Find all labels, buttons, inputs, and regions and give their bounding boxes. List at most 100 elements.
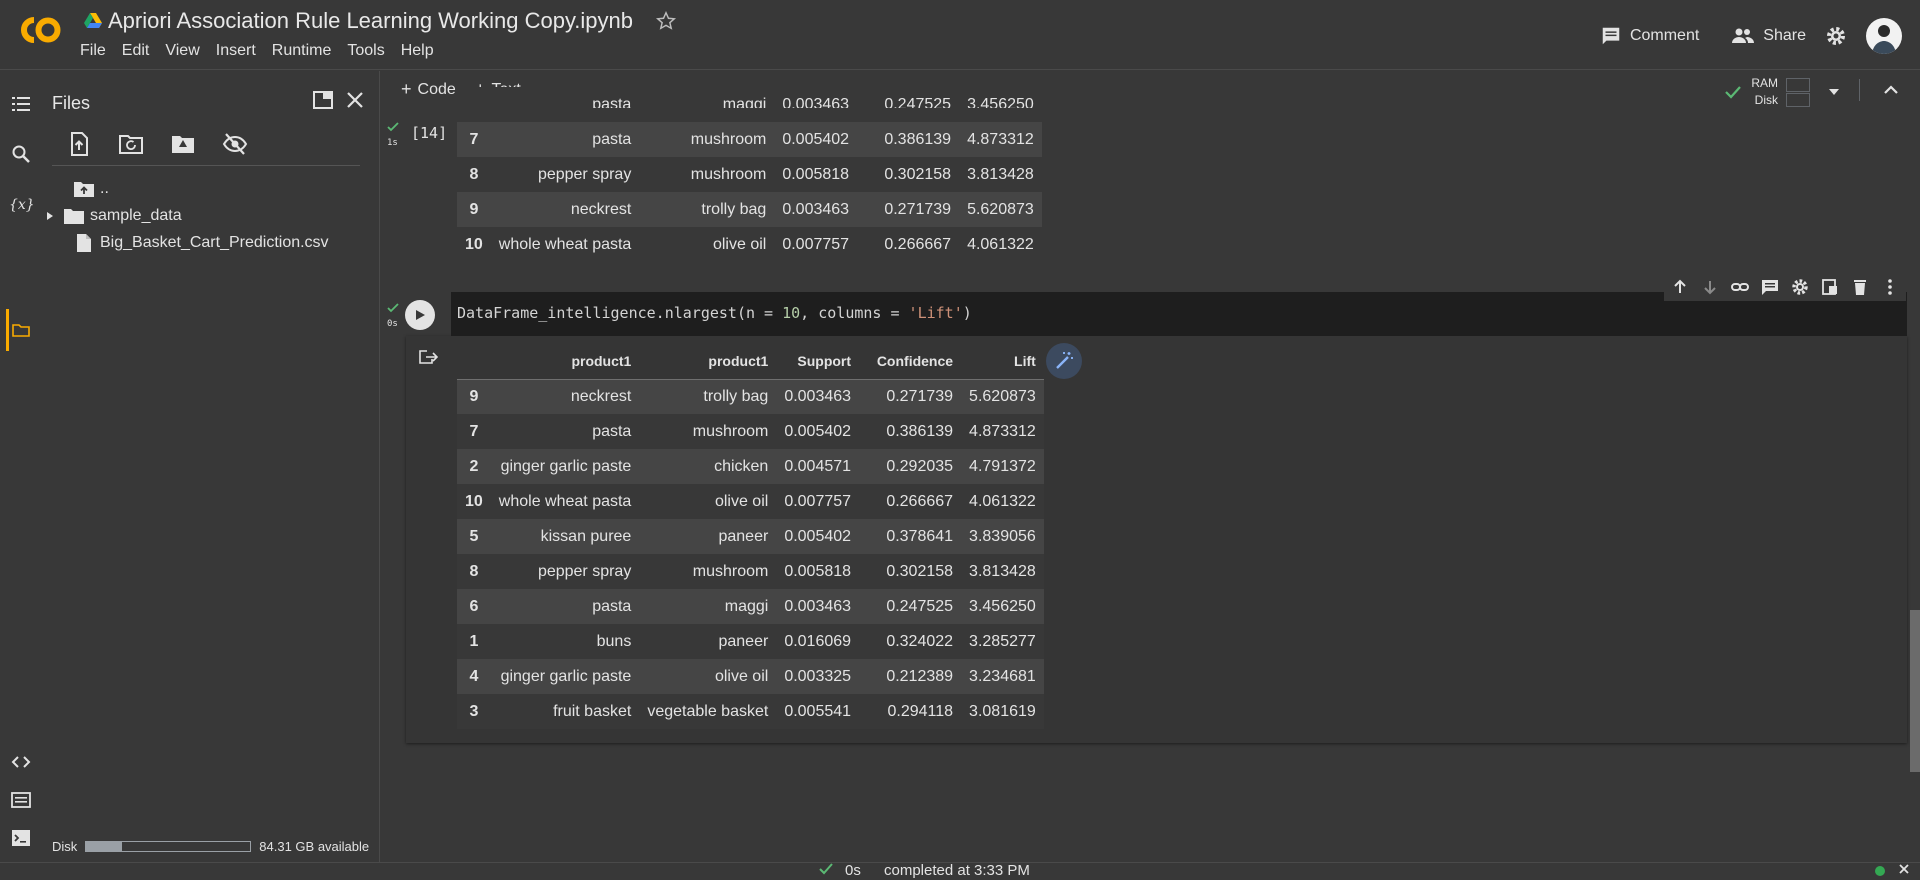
table-cell: 0.005818 <box>776 554 860 589</box>
notebook-title[interactable]: Apriori Association Rule Learning Workin… <box>108 8 633 34</box>
folder-icon <box>64 208 84 224</box>
search-icon[interactable] <box>10 143 32 165</box>
table-cell: trolly bag <box>639 379 777 414</box>
settings-gear-icon[interactable] <box>1824 24 1848 48</box>
table-row: 8 pepper spray mushroom 0.005818 0.302158 3.8… <box>457 157 1042 192</box>
magic-wand-icon[interactable] <box>1046 343 1082 379</box>
table-cell: pepper spray <box>490 554 640 589</box>
table-cell: pasta <box>490 87 640 122</box>
table-cell: 3.813428 <box>959 157 1042 192</box>
column-header: product1 <box>490 343 640 380</box>
move-up-icon[interactable] <box>1670 277 1690 297</box>
tree-parent-folder[interactable]: .. <box>74 177 109 201</box>
table-cell: 0.212389 <box>859 659 962 694</box>
table-of-contents-icon[interactable] <box>10 93 32 115</box>
disk-usage: Disk 84.31 GB available <box>52 839 369 854</box>
table-cell: 3.456250 <box>959 87 1042 122</box>
menu-help[interactable]: Help <box>401 42 442 60</box>
table-cell: 4.061322 <box>959 227 1042 262</box>
menu-file[interactable]: File <box>80 42 114 60</box>
table-cell: fruit basket <box>490 694 640 729</box>
table-cell: paneer <box>639 624 777 659</box>
close-icon[interactable] <box>344 89 366 111</box>
folder-icon[interactable] <box>10 319 32 341</box>
menu-insert[interactable]: Insert <box>216 42 264 60</box>
table-row: 5 kissan puree paneer 0.005402 0.378641 3.839… <box>457 519 1044 554</box>
code-editor[interactable]: DataFrame_intelligence.nlargest(n = 10, … <box>457 304 972 322</box>
ram-usage-bar <box>1786 77 1810 92</box>
toolbar-divider <box>1859 79 1860 101</box>
colab-logo[interactable] <box>14 12 64 48</box>
code-token: , columns = <box>800 304 909 322</box>
mount-drive-icon[interactable] <box>170 131 196 157</box>
share-button[interactable]: Share <box>1731 26 1806 46</box>
upload-file-icon[interactable] <box>66 131 92 157</box>
link-icon[interactable] <box>1730 277 1750 297</box>
left-rail: {x} <box>0 71 40 880</box>
settings-gear-icon[interactable] <box>1790 277 1810 297</box>
variables-icon[interactable]: {x} <box>8 193 34 215</box>
people-icon <box>1731 26 1755 46</box>
move-down-icon[interactable] <box>1700 277 1720 297</box>
row-index: 5 <box>457 519 491 554</box>
tree-file-csv[interactable]: Big_Basket_Cart_Prediction.csv <box>76 231 329 255</box>
menu-edit[interactable]: Edit <box>122 42 158 60</box>
output-action-icon[interactable] <box>418 348 438 366</box>
expand-arrow-icon[interactable] <box>46 211 54 221</box>
table-cell: 4.061322 <box>961 484 1044 519</box>
menu-runtime[interactable]: Runtime <box>272 42 340 60</box>
table-cell: 4.873312 <box>961 414 1044 449</box>
open-in-tab-icon[interactable] <box>312 89 334 111</box>
resources-dropdown-icon[interactable] <box>1828 88 1840 96</box>
status-message: completed at 3:33 PM <box>884 862 1030 879</box>
plus-icon: + <box>401 79 412 99</box>
table-row: 2 ginger garlic paste chicken 0.004571 0.292… <box>457 449 1044 484</box>
table-cell: 0.386139 <box>859 414 962 449</box>
connection-status-dot <box>1875 866 1885 876</box>
connected-check-icon <box>1723 82 1743 102</box>
menu-view[interactable]: View <box>165 42 207 60</box>
table-cell: 0.302158 <box>857 157 960 192</box>
table-row: 10 whole wheat pasta olive oil 0.007757 0.26… <box>457 484 1044 519</box>
dataframe-table: product1 product1 Support Confidence Lif… <box>457 343 1044 729</box>
code-token: DataFrame_intelligence.nlargest(n = <box>457 304 783 322</box>
cell-exec-time: 0s <box>387 319 398 329</box>
row-index: 4 <box>457 659 491 694</box>
resources-indicator[interactable]: RAM Disk <box>1723 75 1840 109</box>
refresh-folder-icon[interactable] <box>118 131 144 157</box>
table-row: 7 pasta mushroom 0.005402 0.386139 4.873312 <box>457 122 1042 157</box>
command-palette-icon[interactable] <box>10 789 32 811</box>
delete-icon[interactable] <box>1850 277 1870 297</box>
terminal-icon[interactable] <box>10 827 32 849</box>
table-header-row: product1 product1 Support Confidence Lif… <box>457 343 1044 380</box>
more-vertical-icon[interactable] <box>1880 277 1900 297</box>
table-cell: chicken <box>639 449 777 484</box>
row-index: 3 <box>457 694 491 729</box>
tree-folder-sample-data[interactable]: sample_data <box>46 204 182 228</box>
code-snippets-icon[interactable] <box>10 751 32 773</box>
collapse-header-icon[interactable] <box>1882 81 1900 99</box>
menu-tools[interactable]: Tools <box>347 42 392 60</box>
table-cell: pasta <box>490 414 640 449</box>
disk-usage-fill <box>86 842 123 851</box>
comment-button[interactable]: Comment <box>1600 25 1699 47</box>
hide-files-icon[interactable] <box>222 131 248 157</box>
table-cell: pasta <box>490 589 640 624</box>
table-cell: 0.005818 <box>774 157 858 192</box>
close-icon[interactable] <box>1898 863 1910 875</box>
table-cell: kissan puree <box>490 519 640 554</box>
star-icon[interactable] <box>655 10 677 32</box>
table-cell: mushroom <box>639 122 775 157</box>
menu-bar: File Edit View Insert Runtime Tools Help <box>80 42 450 60</box>
comment-icon[interactable] <box>1760 277 1780 297</box>
table-cell: 4.791372 <box>961 449 1044 484</box>
run-cell-button[interactable] <box>405 300 435 330</box>
table-cell: 0.324022 <box>859 624 962 659</box>
user-avatar[interactable] <box>1866 18 1902 54</box>
table-cell: 0.005402 <box>774 122 858 157</box>
cell-exec-time: 1s <box>387 138 398 148</box>
notebook-scrollbar[interactable] <box>1910 610 1920 772</box>
table-cell: 0.007757 <box>774 227 858 262</box>
add-code-button[interactable]: + Code <box>401 79 456 100</box>
mirror-cell-icon[interactable] <box>1820 277 1840 297</box>
